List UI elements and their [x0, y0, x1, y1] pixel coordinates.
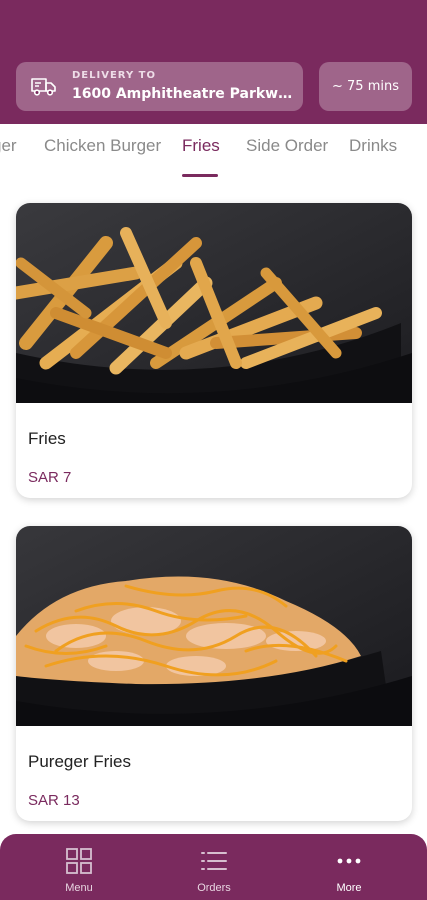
eta-text: ~ 75 mins — [332, 79, 399, 94]
tab-burger[interactable]: ger — [0, 136, 17, 156]
product-price: SAR 13 — [28, 792, 80, 809]
product-card-fries[interactable]: Fries SAR 7 — [16, 203, 412, 498]
product-price: SAR 7 — [28, 469, 72, 486]
tab-drinks[interactable]: Drinks — [349, 136, 397, 156]
tab-side-order[interactable]: Side Order — [246, 136, 328, 156]
delivery-label: DELIVERY TO — [72, 70, 156, 81]
nav-orders-label: Orders — [197, 882, 231, 894]
delivery-address-button[interactable]: DELIVERY TO 1600 Amphitheatre Parkwa... — [16, 62, 303, 111]
category-tabs: ger Chicken Burger Fries Side Order Drin… — [0, 124, 427, 180]
nav-menu[interactable]: Menu — [39, 846, 119, 894]
cheese-fries-photo — [16, 526, 412, 726]
delivery-address: 1600 Amphitheatre Parkwa... — [72, 86, 296, 102]
more-dots-icon — [337, 858, 361, 864]
eta-badge[interactable]: ~ 75 mins — [319, 62, 412, 111]
tab-chicken-burger[interactable]: Chicken Burger — [44, 136, 161, 156]
nav-orders[interactable]: Orders — [174, 846, 254, 894]
product-name: Pureger Fries — [28, 752, 131, 771]
tab-fries[interactable]: Fries — [182, 136, 220, 156]
nav-menu-label: Menu — [65, 882, 93, 894]
nav-more-label: More — [336, 882, 362, 894]
bottom-navigation: Menu Orders More — [0, 834, 427, 900]
active-tab-indicator — [182, 174, 218, 177]
app-header: DELIVERY TO 1600 Amphitheatre Parkwa... … — [0, 0, 427, 124]
truck-icon — [31, 78, 56, 96]
product-card-pureger-fries[interactable]: Pureger Fries SAR 13 — [16, 526, 412, 821]
grid-icon — [66, 848, 92, 874]
nav-more[interactable]: More — [309, 846, 389, 894]
fries-photo — [16, 203, 412, 403]
list-icon — [201, 852, 227, 870]
product-name: Fries — [28, 429, 66, 448]
